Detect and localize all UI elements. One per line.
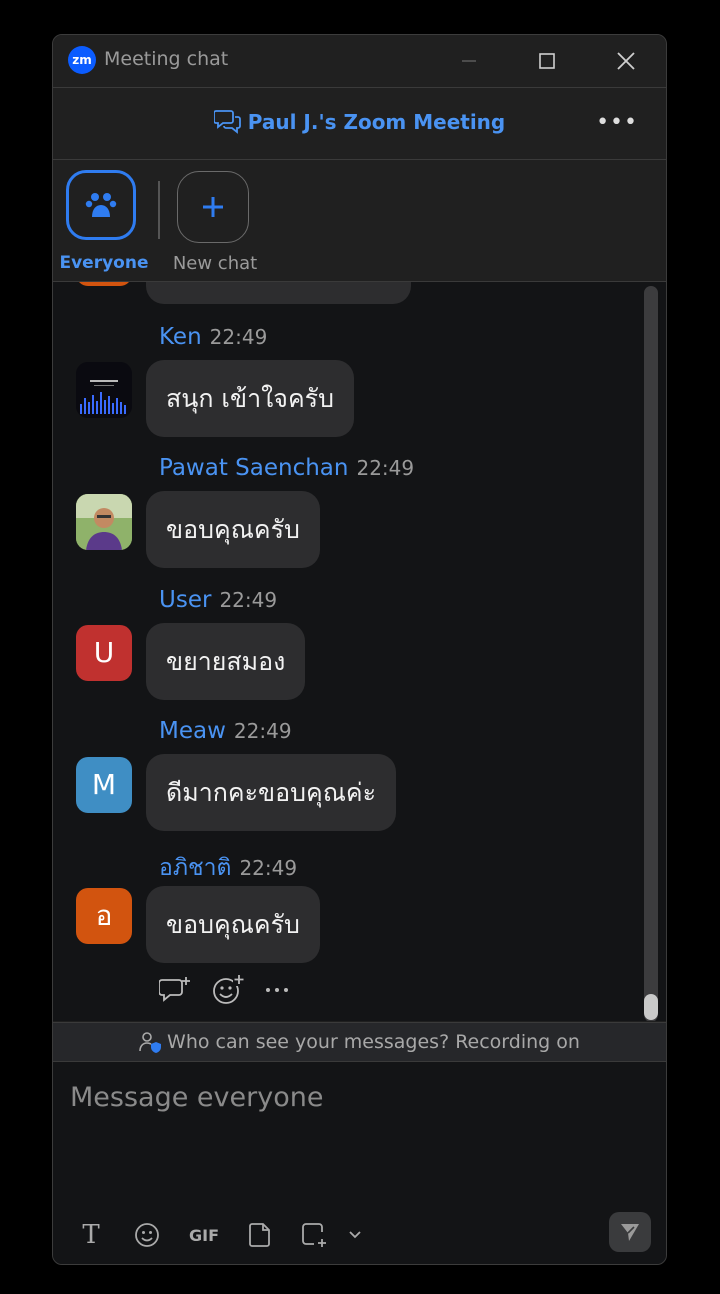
- zoom-logo: zm: [68, 46, 96, 74]
- message-composer: Message everyone T GIF: [53, 1062, 666, 1264]
- tab-divider: [158, 181, 160, 239]
- more-options-button[interactable]: •••: [596, 110, 638, 135]
- scrollbar-thumb[interactable]: [644, 994, 658, 1020]
- send-button[interactable]: [609, 1212, 651, 1252]
- avatar[interactable]: อ: [76, 888, 132, 944]
- message-actions: [159, 974, 291, 1006]
- chevron-down-icon: [349, 1231, 361, 1239]
- meeting-title[interactable]: Paul J.'s Zoom Meeting: [53, 108, 666, 139]
- message-sender[interactable]: อภิชาติ 22:49: [159, 850, 297, 886]
- meeting-title-text: Paul J.'s Zoom Meeting: [247, 110, 506, 134]
- more-tools-dropdown[interactable]: [345, 1215, 365, 1255]
- send-icon: [621, 1224, 639, 1241]
- message-sender[interactable]: User 22:49: [159, 587, 277, 613]
- scrollbar-track[interactable]: [644, 286, 658, 1021]
- message-sender[interactable]: Meaw 22:49: [159, 718, 292, 744]
- message-bubble[interactable]: สนุก เข้าใจครับ: [146, 360, 354, 437]
- maximize-icon: [539, 53, 555, 69]
- avatar[interactable]: U: [76, 625, 132, 681]
- message-list[interactable]: Ken 22:49 สนุก เข้าใจครับ Pawat Saenchan 2…: [53, 282, 666, 1021]
- composer-toolbar: T GIF: [53, 1215, 666, 1261]
- reply-in-thread-icon[interactable]: [159, 975, 193, 1005]
- title-bar: zm Meeting chat: [53, 35, 666, 87]
- add-reaction-icon[interactable]: [211, 974, 245, 1006]
- message-sender[interactable]: Ken 22:49: [159, 324, 267, 350]
- avatar-photo-icon: [76, 494, 132, 550]
- chat-bubbles-icon: [212, 108, 242, 139]
- message-bubble[interactable]: ขยายสมอง: [146, 623, 306, 700]
- window-title: Meeting chat: [104, 48, 229, 70]
- screenshot-icon: [302, 1223, 326, 1247]
- message-bubble[interactable]: ขอบคุณครับ: [146, 491, 320, 568]
- more-actions-icon[interactable]: [263, 985, 291, 995]
- avatar[interactable]: M: [76, 757, 132, 813]
- format-text-button[interactable]: T: [77, 1215, 105, 1255]
- emoji-button[interactable]: [132, 1215, 162, 1255]
- minimize-button[interactable]: [451, 43, 487, 79]
- avatar[interactable]: [76, 494, 132, 550]
- file-button[interactable]: [246, 1215, 274, 1255]
- emoji-icon: [135, 1223, 159, 1247]
- tab-new-chat-label[interactable]: New chat: [163, 253, 267, 274]
- message-time: 22:49: [233, 719, 292, 743]
- message-bubble[interactable]: ดีมากคะขอบคุณค่ะ: [146, 754, 397, 831]
- chat-tabs: Everyone New chat: [53, 160, 666, 281]
- tab-new-chat[interactable]: [177, 171, 249, 243]
- message-sender[interactable]: Pawat Saenchan 22:49: [159, 455, 414, 481]
- avatar: [76, 282, 132, 286]
- avatar[interactable]: [76, 362, 132, 418]
- file-icon: [249, 1223, 270, 1247]
- tab-everyone[interactable]: [66, 170, 136, 240]
- screenshot-button[interactable]: [299, 1215, 329, 1255]
- visibility-notice[interactable]: Who can see your messages? Recording on: [53, 1022, 666, 1062]
- notice-text: Who can see your messages? Recording on: [167, 1031, 580, 1053]
- meeting-header: Paul J.'s Zoom Meeting •••: [53, 88, 666, 159]
- message-input[interactable]: Message everyone: [70, 1082, 323, 1113]
- message-bubble[interactable]: ขอบคุณครับ: [146, 886, 320, 963]
- close-button[interactable]: [608, 43, 644, 79]
- group-icon: [85, 193, 117, 217]
- plus-icon: [203, 197, 223, 217]
- user-shield-icon: [139, 1032, 162, 1053]
- gif-button[interactable]: GIF: [186, 1215, 222, 1255]
- message-time: 22:49: [209, 325, 268, 349]
- tab-everyone-label[interactable]: Everyone: [53, 253, 155, 273]
- meeting-chat-window: zm Meeting chat Paul J.'s Zoom Meeting •…: [52, 34, 667, 1265]
- avatar-image-icon: [76, 362, 132, 418]
- close-icon: [617, 52, 635, 70]
- message-time: 22:49: [239, 856, 298, 880]
- maximize-button[interactable]: [529, 43, 565, 79]
- message-time: 22:49: [356, 456, 415, 480]
- message-bubble[interactable]: [146, 282, 411, 304]
- message-time: 22:49: [219, 588, 278, 612]
